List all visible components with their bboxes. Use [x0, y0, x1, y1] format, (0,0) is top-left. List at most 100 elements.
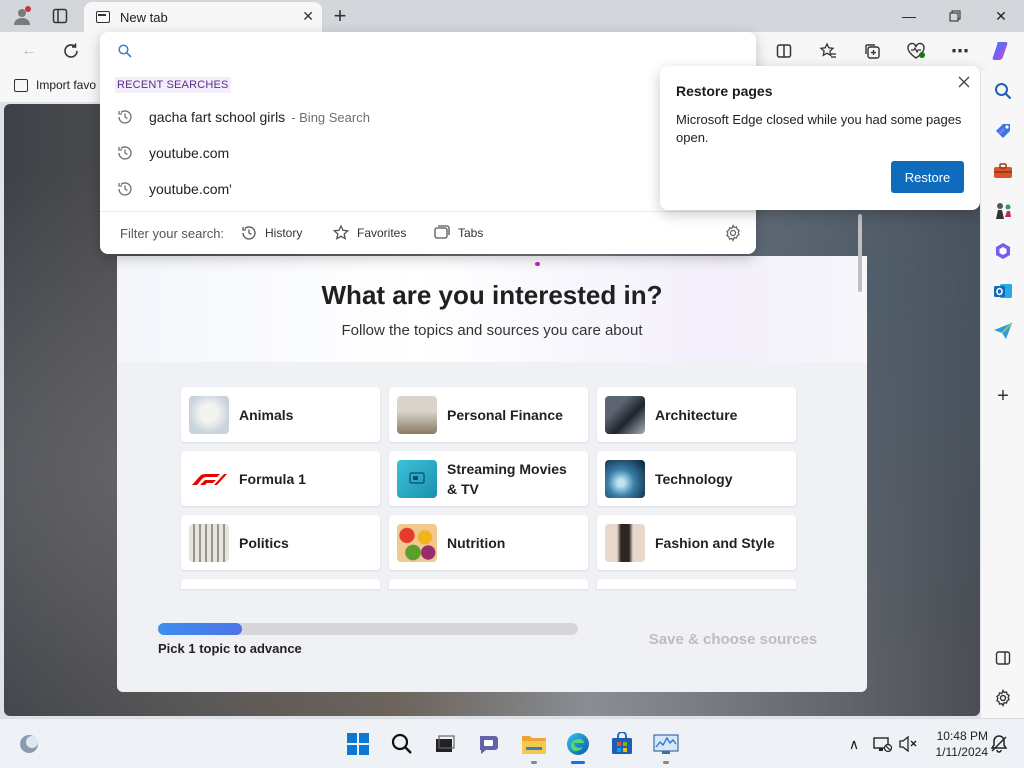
topic-row-partial [597, 579, 796, 589]
suggestion-item[interactable]: youtube.com' [100, 171, 756, 207]
topic-label: Politics [239, 534, 289, 551]
loading-dot [535, 262, 540, 266]
active-indicator [571, 761, 585, 764]
interest-title: What are you interested in? [321, 280, 663, 310]
restore-title: Restore pages [676, 83, 773, 99]
import-icon [14, 78, 28, 92]
topic-nutrition[interactable]: Nutrition [389, 515, 588, 570]
new-tab-page-icon [96, 11, 110, 23]
filter-favorites-button[interactable]: Favorites [332, 222, 406, 244]
copilot-button[interactable] [989, 38, 1015, 64]
settings-more-button[interactable]: ⋯ [947, 38, 973, 64]
teams-chat-icon[interactable] [476, 731, 502, 757]
save-choose-sources-button[interactable]: Save & choose sources [647, 631, 819, 648]
sidebar-drop-icon[interactable] [992, 320, 1014, 342]
close-tab-icon[interactable]: ✕ [302, 8, 314, 25]
taskbar-search-icon[interactable] [389, 731, 415, 757]
streaming-thumbnail [397, 459, 437, 498]
sidebar-add-icon[interactable]: + [992, 385, 1014, 407]
filter-history-label: History [265, 226, 303, 240]
topic-fashion-and-style[interactable]: Fashion and Style [597, 515, 796, 570]
topic-streaming-movies-tv[interactable]: Streaming Movies & TV [389, 451, 588, 506]
sidebar-outlook-icon[interactable] [992, 280, 1014, 302]
topic-label: Fashion and Style [655, 534, 775, 551]
gear-icon[interactable] [724, 224, 742, 242]
performance-monitor-icon[interactable] [653, 731, 679, 757]
clock-time: 10:48 PM [936, 729, 988, 743]
task-view-icon[interactable] [432, 731, 458, 757]
filter-tabs-button[interactable]: Tabs [433, 222, 483, 244]
topic-progress-fill [158, 623, 242, 635]
restore-button[interactable]: Restore [891, 161, 964, 193]
address-bar-dropdown: RECENT SEARCHES gacha fart school girls … [100, 32, 756, 254]
browser-essentials-button[interactable] [903, 38, 929, 64]
topic-personal-finance[interactable]: Personal Finance [389, 387, 588, 442]
show-hidden-icons-chevron-icon[interactable]: ∧ [841, 731, 867, 757]
close-icon[interactable] [956, 74, 972, 90]
recent-searches-header: RECENT SEARCHES [115, 77, 231, 93]
notifications-icon[interactable] [986, 731, 1012, 757]
page-scrollbar[interactable] [858, 214, 862, 292]
close-window-button[interactable]: ✕ [978, 0, 1024, 32]
start-button[interactable] [345, 731, 371, 757]
topic-architecture[interactable]: Architecture [597, 387, 796, 442]
taskbar-clock[interactable]: 10:48 PM 1/11/2024 [924, 728, 989, 760]
network-icon[interactable] [869, 731, 895, 757]
favorites-button[interactable] [815, 38, 841, 64]
topic-formula-1[interactable]: Formula 1 [181, 451, 380, 506]
topic-animals[interactable]: Animals [181, 387, 380, 442]
history-icon [242, 226, 256, 240]
interest-subtitle: Follow the topics and sources you care a… [341, 322, 643, 339]
tab-new-tab[interactable]: New tab ✕ [84, 2, 322, 32]
sidebar-microsoft365-icon[interactable] [992, 240, 1014, 262]
sidebar-hide-icon[interactable] [992, 647, 1014, 669]
running-indicator [531, 761, 537, 764]
history-icon [118, 110, 132, 124]
minimize-button[interactable]: — [886, 0, 932, 32]
filter-tabs-label: Tabs [458, 226, 484, 240]
suggestion-source: - Bing Search [291, 109, 370, 125]
suggestion-item[interactable]: youtube.com [100, 135, 756, 171]
import-favorites-label: Import favo [36, 78, 97, 92]
import-favorites-button[interactable]: Import favo [14, 78, 96, 92]
volume-muted-icon[interactable] [895, 731, 921, 757]
sidebar-settings-icon[interactable] [992, 687, 1014, 709]
tab-actions-icon[interactable] [48, 4, 72, 28]
microsoft-store-icon[interactable] [609, 731, 635, 757]
weather-widget-icon[interactable] [16, 731, 42, 757]
edge-sidebar: + [980, 70, 1024, 718]
sidebar-search-icon[interactable] [992, 80, 1014, 102]
edge-taskbar-icon[interactable] [565, 731, 591, 757]
sidebar-tools-icon[interactable] [992, 160, 1014, 182]
new-tab-button[interactable]: + [328, 3, 352, 28]
restore-window-button[interactable] [932, 0, 978, 32]
profile-icon[interactable] [10, 4, 34, 28]
dropdown-divider [100, 211, 756, 212]
file-explorer-icon[interactable] [521, 731, 547, 757]
address-bar-input[interactable] [142, 38, 742, 64]
topic-label: Architecture [655, 406, 738, 423]
topic-label: Technology [655, 470, 733, 487]
running-indicator [663, 761, 669, 764]
progress-text: Pick 1 topic to advance [158, 641, 302, 656]
suggestion-text: youtube.com' [149, 181, 232, 197]
sidebar-shopping-icon[interactable] [992, 120, 1014, 142]
filter-history-button[interactable]: History [240, 222, 302, 244]
topic-label: Streaming Movies & TV [447, 460, 567, 497]
split-screen-button[interactable] [771, 38, 797, 64]
tabs-icon [434, 225, 450, 239]
sidebar-games-icon[interactable] [992, 200, 1014, 222]
nutrition-thumbnail [397, 523, 437, 562]
collections-button[interactable] [859, 38, 885, 64]
filter-label: Filter your search: [120, 226, 225, 241]
back-button[interactable]: ← [16, 38, 42, 64]
title-bar: New tab ✕ + — ✕ [0, 0, 1024, 32]
suggestion-text: gacha fart school girls [149, 109, 286, 125]
topic-politics[interactable]: Politics [181, 515, 380, 570]
refresh-button[interactable] [58, 38, 84, 64]
topic-label: Nutrition [447, 534, 506, 551]
topic-technology[interactable]: Technology [597, 451, 796, 506]
personal-finance-thumbnail [397, 395, 437, 434]
taskbar: ∧ 10:48 PM 1/11/2024 [0, 718, 1024, 768]
suggestion-item[interactable]: gacha fart school girls - Bing Search [100, 99, 756, 135]
